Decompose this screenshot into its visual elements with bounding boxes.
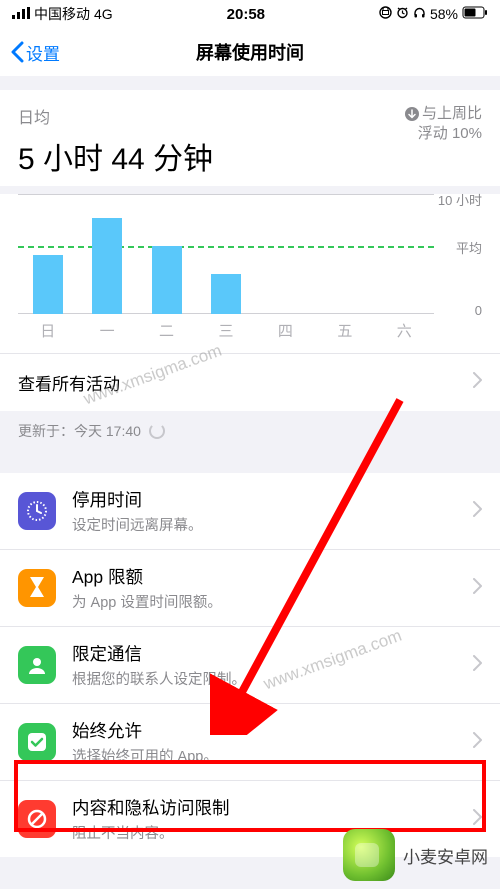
x-tick-label: 一 <box>100 320 115 341</box>
battery-icon <box>462 6 488 22</box>
item-subtitle: 选择始终可用的 App。 <box>72 745 457 766</box>
item-subtitle: 根据您的联系人设定限制。 <box>72 668 457 689</box>
item-text: 限定通信根据您的联系人设定限制。 <box>72 641 457 689</box>
app-limits-icon <box>18 569 56 607</box>
brand-logo-icon <box>343 829 395 881</box>
always-allowed-icon <box>18 723 56 761</box>
back-button[interactable]: 设置 <box>10 40 60 65</box>
settings-item-app-limits[interactable]: App 限额为 App 设置时间限额。 <box>0 550 500 627</box>
chart-bar <box>152 246 182 314</box>
loading-spinner-icon <box>149 423 165 439</box>
back-label: 设置 <box>26 40 60 65</box>
daily-average-label: 日均 <box>18 104 213 128</box>
daily-average-value: 5 小时 44 分钟 <box>18 134 213 178</box>
item-subtitle: 设定时间远离屏幕。 <box>72 514 457 535</box>
chevron-right-icon <box>473 732 482 753</box>
battery-percent: 58% <box>430 6 458 22</box>
updated-label: 更新于：今天 17:40 <box>18 421 141 441</box>
item-title: 内容和隐私访问限制 <box>72 795 457 820</box>
settings-item-always-allowed[interactable]: 始终允许选择始终可用的 App。 <box>0 704 500 781</box>
compare-line2: 浮动 10% <box>405 124 482 144</box>
chart-bar <box>211 274 241 314</box>
brand-name: 小麦安卓网 <box>403 843 488 868</box>
y-top-label: 10 小时 <box>438 190 482 209</box>
alarm-icon <box>396 6 409 22</box>
summary-section: 日均 5 小时 44 分钟 与上周比 浮动 10% <box>0 90 500 186</box>
item-title: 停用时间 <box>72 487 457 512</box>
x-tick-label: 五 <box>337 320 352 341</box>
status-right: 58% <box>379 6 488 22</box>
chart-bar <box>92 218 122 314</box>
communication-icon <box>18 646 56 684</box>
network-label: 4G <box>94 6 113 22</box>
item-subtitle: 为 App 设置时间限额。 <box>72 591 457 612</box>
status-time: 20:58 <box>227 6 265 23</box>
see-all-label: 查看所有活动 <box>18 370 120 395</box>
x-tick-label: 六 <box>397 320 412 341</box>
chevron-right-icon <box>473 501 482 522</box>
item-title: 限定通信 <box>72 641 457 666</box>
settings-list: 停用时间设定时间远离屏幕。App 限额为 App 设置时间限额。限定通信根据您的… <box>0 473 500 857</box>
item-title: 始终允许 <box>72 718 457 743</box>
settings-item-downtime[interactable]: 停用时间设定时间远离屏幕。 <box>0 473 500 550</box>
status-left: 中国移动 4G <box>12 4 113 24</box>
carrier-label: 中国移动 <box>34 4 90 24</box>
week-compare: 与上周比 浮动 10% <box>405 104 482 143</box>
x-tick-label: 四 <box>278 320 293 341</box>
x-tick-label: 二 <box>159 320 174 341</box>
updated-row: 更新于：今天 17:40 <box>0 411 500 451</box>
downtime-icon <box>18 492 56 530</box>
item-title: App 限额 <box>72 564 457 589</box>
chevron-right-icon <box>473 655 482 676</box>
item-text: 停用时间设定时间远离屏幕。 <box>72 487 457 535</box>
content-privacy-icon <box>18 800 56 838</box>
chart-bar <box>33 255 63 314</box>
arrow-down-icon <box>405 107 419 121</box>
chart-bars <box>18 194 434 314</box>
x-tick-label: 日 <box>40 320 55 341</box>
chevron-right-icon <box>473 578 482 599</box>
item-text: App 限额为 App 设置时间限额。 <box>72 564 457 612</box>
chevron-right-icon <box>473 372 482 393</box>
settings-item-communication[interactable]: 限定通信根据您的联系人设定限制。 <box>0 627 500 704</box>
see-all-activity[interactable]: 查看所有活动 <box>0 353 500 411</box>
y-avg-label: 平均 <box>456 238 482 257</box>
compare-line1: 与上周比 <box>422 104 482 124</box>
x-axis-labels: 日一二三四五六 <box>18 314 482 345</box>
status-bar: 中国移动 4G 20:58 58% <box>0 0 500 28</box>
nav-bar: 设置 屏幕使用时间 <box>0 28 500 76</box>
usage-chart[interactable]: 10 小时 平均 0 日一二三四五六 <box>0 194 500 353</box>
orientation-lock-icon <box>379 6 392 22</box>
headphones-icon <box>413 6 426 22</box>
y-zero-label: 0 <box>475 303 482 318</box>
brand-footer: 小麦安卓网 <box>331 821 500 889</box>
x-tick-label: 三 <box>218 320 233 341</box>
chevron-left-icon <box>10 41 24 63</box>
signal-icon <box>12 6 30 22</box>
item-text: 始终允许选择始终可用的 App。 <box>72 718 457 766</box>
page-title: 屏幕使用时间 <box>196 39 304 65</box>
